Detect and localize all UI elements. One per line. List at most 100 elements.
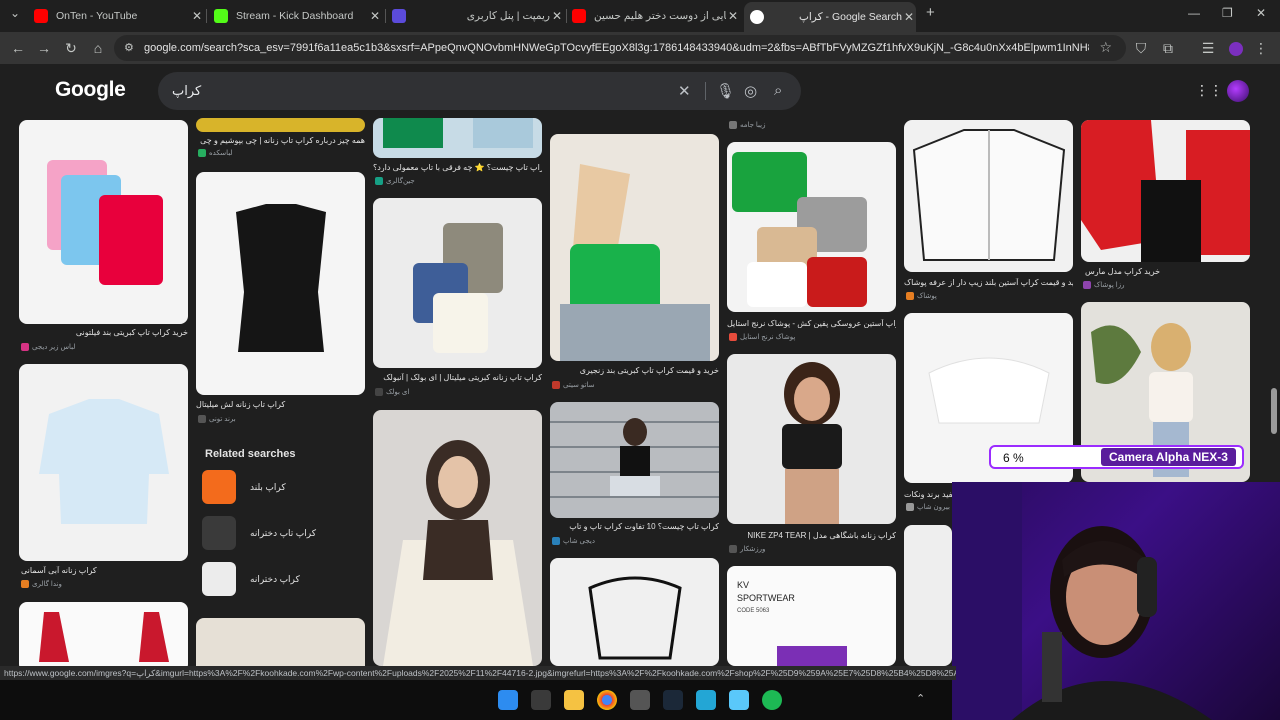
result-thumbnail <box>912 129 1066 261</box>
result-caption[interactable]: خرید کراپ مدل مارس <box>1081 267 1254 276</box>
result-image[interactable] <box>1081 120 1250 262</box>
result-source[interactable]: پوشاک نرنج استایل <box>729 333 795 342</box>
address-bar[interactable]: ⚙ google.com/search?sca_esv=7991f6a11ea5… <box>114 35 1126 61</box>
result-image[interactable] <box>196 118 365 132</box>
result-image[interactable] <box>19 120 188 324</box>
extensions-icon[interactable]: ⧉ <box>1158 38 1178 58</box>
microphone-icon[interactable]: 🎙 <box>716 82 735 100</box>
shield-icon[interactable]: ⛉ <box>1131 38 1151 58</box>
result-caption[interactable]: همه چیز درباره کراپ تاپ زنانه | چی بپوشی… <box>196 136 365 145</box>
chrome-icon[interactable] <box>597 690 617 710</box>
result-caption[interactable]: کراپ تاپ چیست؟ ⭐ چه فرقی با تاپ معمولی د… <box>373 163 542 172</box>
tab-google-search[interactable]: کراپ - Google Search ✕ <box>744 2 916 32</box>
obs-icon[interactable] <box>630 690 650 710</box>
file-explorer-icon[interactable] <box>564 690 584 710</box>
result-image[interactable] <box>550 402 719 518</box>
avatar[interactable] <box>1227 80 1249 102</box>
restore-icon[interactable]: ❐ <box>1222 6 1233 20</box>
result-image[interactable] <box>19 364 188 561</box>
result-image[interactable] <box>727 142 896 312</box>
related-search-label[interactable]: کراپ دخترانه <box>250 574 300 585</box>
tab-youtube[interactable]: OnTen - YouTube ✕ <box>34 4 204 28</box>
result-source[interactable]: ساتو سیتی <box>552 381 594 390</box>
related-search-item[interactable]: کراپ دخترانه <box>196 562 366 596</box>
google-logo[interactable]: Google <box>55 78 126 102</box>
result-caption[interactable]: خرید و قیمت کراپ تاپ کبریتی بند زنجیری <box>550 366 719 375</box>
result-source[interactable]: لباسکده <box>198 149 232 158</box>
result-source[interactable]: بیرون شاپ <box>906 503 950 512</box>
close-icon[interactable]: ✕ <box>550 9 564 23</box>
forward-icon[interactable]: → <box>34 38 54 58</box>
reload-icon[interactable]: ↻ <box>61 38 81 58</box>
result-caption[interactable]: NIKE ZP4 TEAR | کراپ زنانه باشگاهی مدل <box>727 531 896 540</box>
result-source[interactable]: وندا گالری <box>21 580 62 589</box>
result-image[interactable] <box>19 602 188 666</box>
app-icon[interactable] <box>729 690 749 710</box>
sidepanel-icon[interactable]: ☰ <box>1198 38 1218 58</box>
back-icon[interactable]: ← <box>8 38 28 58</box>
result-caption[interactable]: کراپ آستین عروسکی پفین کش - پوشاک نرنج ا… <box>727 319 896 328</box>
bookmark-star-icon[interactable]: ☆ <box>1099 39 1112 56</box>
result-caption[interactable]: کراپ تاپ چیست؟ 10 تفاوت کراپ تاپ و تاپ <box>550 522 719 531</box>
scrollbar-thumb[interactable] <box>1271 388 1277 434</box>
vscode-icon[interactable] <box>696 690 716 710</box>
lens-icon[interactable]: ◎ <box>744 82 757 100</box>
window-close-icon[interactable]: ✕ <box>1256 6 1266 20</box>
home-icon[interactable]: ⌂ <box>88 38 108 58</box>
result-image[interactable] <box>550 134 719 361</box>
result-caption[interactable]: کراپ تاپ زنانه لش میلیتال <box>196 400 365 409</box>
search-input[interactable]: کراپ <box>172 83 201 99</box>
result-image[interactable] <box>373 198 542 368</box>
windows-start-icon[interactable] <box>498 690 518 710</box>
result-caption[interactable]: کراپ تاپ زنانه کبریتی میلیتال | ای بولک … <box>373 373 542 382</box>
minimize-icon[interactable]: — <box>1188 6 1200 20</box>
menu-icon[interactable]: ⋮ <box>1251 38 1271 58</box>
steam-icon[interactable] <box>663 690 683 710</box>
close-icon[interactable]: ✕ <box>726 9 740 23</box>
result-source[interactable]: برند تونی <box>198 415 236 424</box>
result-source[interactable]: لباس زیر دیجی <box>21 343 75 352</box>
result-image[interactable] <box>373 410 542 666</box>
result-caption[interactable]: خرید و قیمت کراپ آستین بلند زیپ دار از ع… <box>904 278 1073 287</box>
result-image[interactable]: KV SPORTWEAR CODE 5063 <box>727 566 896 666</box>
related-search-label[interactable]: کراپ بلند <box>250 482 286 493</box>
result-image[interactable] <box>196 172 365 395</box>
tab-kick[interactable]: Stream - Kick Dashboard ✕ <box>214 4 382 28</box>
result-image[interactable] <box>904 525 952 666</box>
tab-youtube-2[interactable]: رونمایی از دوست دختر هلیم حسین ✕ <box>572 4 740 28</box>
result-caption[interactable]: خرید کراپ تاپ کبریتی بند فیلتونی <box>19 328 188 337</box>
profile-icon[interactable] <box>1226 38 1246 58</box>
result-source[interactable]: ورزشکار <box>729 545 765 554</box>
result-image[interactable] <box>373 118 542 158</box>
result-source[interactable]: پوشاک <box>906 292 937 301</box>
new-tab-icon[interactable]: + <box>926 4 935 21</box>
search-icon[interactable]: ⌕ <box>774 82 782 99</box>
result-caption[interactable]: کراپ زنانه آبی آسمانی <box>19 566 190 575</box>
result-source[interactable]: رزا پوشاک <box>1083 281 1124 290</box>
related-search-label[interactable]: کراپ تاپ دخترانه <box>250 528 316 539</box>
related-search-item[interactable]: کراپ بلند <box>196 470 366 504</box>
result-caption[interactable]: سفید برند ونکات <box>904 490 952 499</box>
result-source[interactable]: دیجی شاپ <box>552 537 595 546</box>
result-image[interactable] <box>904 120 1073 272</box>
search-box[interactable]: کراپ ✕ 🎙 ◎ ⌕ <box>158 72 801 110</box>
result-image[interactable] <box>727 354 896 524</box>
result-thumbnail <box>550 418 719 498</box>
related-search-item[interactable]: کراپ تاپ دخترانه <box>196 516 366 550</box>
close-icon[interactable]: ✕ <box>368 9 382 23</box>
result-source[interactable]: جین‌گالری <box>375 177 415 186</box>
site-info-icon[interactable]: ⚙ <box>124 41 134 54</box>
spotify-icon[interactable] <box>762 690 782 710</box>
result-source[interactable]: زیبا جامه <box>729 121 765 130</box>
tab-search-icon[interactable]: ⌄ <box>10 6 20 20</box>
result-image[interactable] <box>550 558 719 666</box>
result-image[interactable] <box>196 618 365 666</box>
tray-chevron-icon[interactable]: ⌃ <box>916 692 925 705</box>
close-icon[interactable]: ✕ <box>678 82 691 100</box>
tab-rimpet[interactable]: ریمپت | پنل کاربری ✕ <box>392 4 564 28</box>
result-source[interactable]: ای بولک <box>375 388 409 397</box>
settings-icon[interactable] <box>531 690 551 710</box>
url-text[interactable]: google.com/search?sca_esv=7991f6a11ea5c1… <box>144 42 1089 54</box>
close-icon[interactable]: ✕ <box>190 9 204 23</box>
close-icon[interactable]: ✕ <box>902 10 916 24</box>
